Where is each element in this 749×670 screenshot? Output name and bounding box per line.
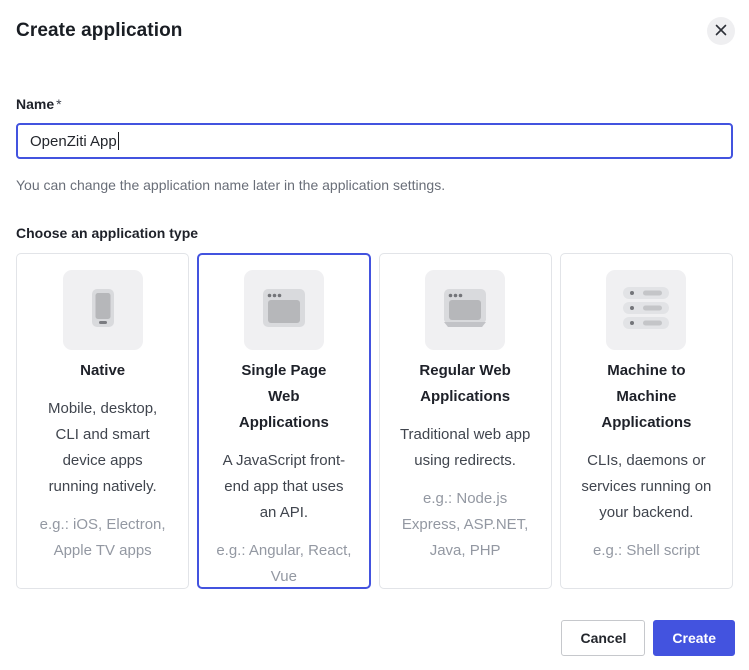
browser-window-base-icon [441, 284, 489, 337]
close-button[interactable] [707, 17, 735, 45]
create-application-dialog: Create application Name* OpenZiti App Yo… [0, 0, 749, 670]
card-native[interactable]: Native Mobile, desktop, CLI and smart de… [16, 253, 189, 589]
card-description: A JavaScript front-end app that uses an … [217, 448, 351, 526]
card-title: Single Page Web Applications [224, 358, 344, 436]
card-description: Mobile, desktop, CLI and smart device ap… [36, 396, 170, 500]
card-examples: e.g.: Shell script [576, 538, 716, 564]
card-description: Traditional web app using redirects. [398, 422, 532, 474]
native-icon-tile [63, 270, 143, 350]
card-examples: e.g.: iOS, Electron, Apple TV apps [33, 512, 173, 564]
m2m-icon-tile [606, 270, 686, 350]
spa-icon-tile [244, 270, 324, 350]
cancel-button[interactable]: Cancel [561, 620, 645, 656]
mobile-phone-icon [79, 284, 127, 337]
create-button[interactable]: Create [653, 620, 735, 656]
application-name-value: OpenZiti App [30, 133, 117, 150]
card-description: CLIs, daemons or services running on you… [579, 448, 713, 526]
card-single-page-web[interactable]: Single Page Web Applications A JavaScrip… [197, 253, 370, 589]
card-title: Native [43, 358, 163, 384]
name-label: Name* [16, 96, 733, 112]
name-label-text: Name [16, 96, 54, 112]
card-machine-to-machine[interactable]: Machine to Machine Applications CLIs, da… [560, 253, 733, 589]
card-regular-web[interactable]: Regular Web Applications Traditional web… [379, 253, 552, 589]
close-icon [715, 24, 727, 38]
application-type-label: Choose an application type [16, 225, 733, 241]
application-type-cards: Native Mobile, desktop, CLI and smart de… [16, 253, 733, 589]
name-helper-text: You can change the application name late… [16, 177, 733, 193]
dialog-title: Create application [16, 0, 733, 42]
card-title: Machine to Machine Applications [586, 358, 706, 436]
server-stack-icon [622, 284, 670, 337]
dialog-footer: Cancel Create [561, 620, 735, 656]
card-title: Regular Web Applications [405, 358, 525, 410]
card-examples: e.g.: Angular, React, Vue [214, 538, 354, 589]
required-marker: * [56, 96, 61, 112]
card-examples: e.g.: Node.js Express, ASP.NET, Java, PH… [395, 486, 535, 564]
browser-window-icon [260, 284, 308, 337]
text-caret [118, 132, 119, 150]
regular-web-icon-tile [425, 270, 505, 350]
application-name-input[interactable]: OpenZiti App [16, 123, 733, 159]
